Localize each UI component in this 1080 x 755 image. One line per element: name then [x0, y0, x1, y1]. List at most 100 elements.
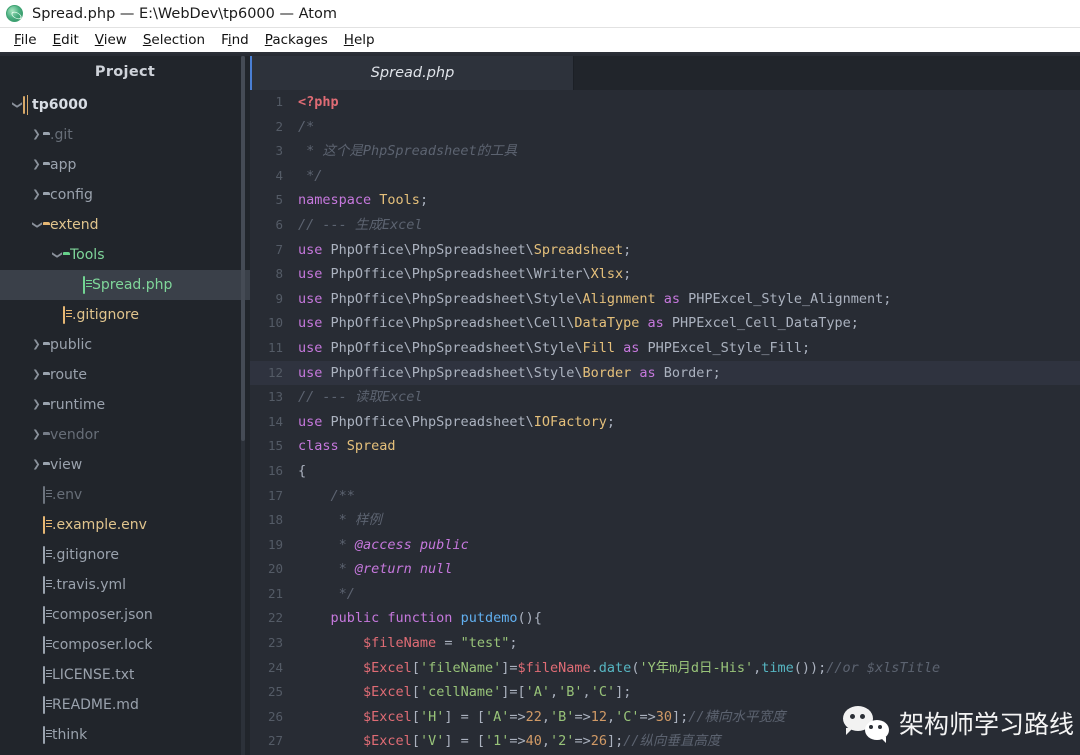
- tree-item-route[interactable]: ❯ route: [0, 360, 250, 390]
- tree-item-label: Tools: [70, 247, 105, 263]
- tree-item-label: runtime: [50, 397, 106, 413]
- menu-selection[interactable]: Selection: [135, 30, 213, 50]
- chevron-right-icon[interactable]: ❯: [30, 460, 43, 470]
- line-number: 20: [267, 561, 283, 577]
- chevron-right-icon[interactable]: ❯: [30, 130, 43, 140]
- code-line[interactable]: 27 $Excel['V'] = ['1'=>40,'2'=>26];//纵向垂…: [250, 729, 1080, 754]
- code-line-text: use PhpOffice\PhpSpreadsheet\Spreadsheet…: [298, 241, 632, 258]
- tree-item-env[interactable]: .env: [0, 480, 250, 510]
- code-line[interactable]: 22 public function putdemo(){: [250, 606, 1080, 631]
- chevron-right-icon[interactable]: ❯: [30, 370, 43, 380]
- file-icon: [83, 276, 85, 294]
- tree-item-readme-md[interactable]: README.md: [0, 690, 250, 720]
- code-line[interactable]: 16 {: [250, 459, 1080, 484]
- code-line-text: */: [298, 167, 323, 184]
- line-number: 15: [267, 438, 283, 454]
- code-line[interactable]: 7 use PhpOffice\PhpSpreadsheet\Spreadshee…: [250, 238, 1080, 263]
- chevron-down-icon[interactable]: ❯: [52, 249, 63, 262]
- code-line[interactable]: 24 $Excel['fileName']=$fileName.date('Y年…: [250, 656, 1080, 681]
- tree-item-think[interactable]: think: [0, 720, 250, 750]
- tree-item-spread-php[interactable]: Spread.php: [0, 270, 250, 300]
- line-number: 9: [275, 290, 283, 306]
- code-line[interactable]: 23 $fileName = "test";: [250, 631, 1080, 656]
- code-line[interactable]: 12 use PhpOffice\PhpSpreadsheet\Style\Bor…: [250, 360, 1080, 386]
- tree-item-runtime[interactable]: ❯ runtime: [0, 390, 250, 420]
- code-line[interactable]: 25 $Excel['cellName']=['A','B','C'];: [250, 680, 1080, 705]
- chevron-right-icon[interactable]: ❯: [30, 160, 43, 170]
- chevron-right-icon[interactable]: ❯: [30, 340, 43, 350]
- line-number: 27: [267, 733, 283, 749]
- code-line[interactable]: 1 <?php: [250, 90, 1080, 115]
- code-line[interactable]: 4 */: [250, 164, 1080, 189]
- menu-packages[interactable]: Packages: [257, 30, 336, 50]
- tree-item-config[interactable]: ❯ config: [0, 180, 250, 210]
- line-number: 14: [267, 413, 283, 429]
- menu-edit[interactable]: Edit: [45, 30, 87, 50]
- tree-item-composer-json[interactable]: composer.json: [0, 600, 250, 630]
- tree-item-git[interactable]: ❯ .git: [0, 120, 250, 150]
- code-line[interactable]: 21 */: [250, 582, 1080, 607]
- code-line[interactable]: 26 $Excel['H'] = ['A'=>22,'B'=>12,'C'=>3…: [250, 705, 1080, 730]
- tree-item-label: public: [50, 337, 93, 353]
- sidebar-scrollbar-thumb[interactable]: [241, 56, 245, 441]
- code-line[interactable]: 6 // --- 生成Excel: [250, 213, 1080, 238]
- tree-item-public[interactable]: ❯ public: [0, 330, 250, 360]
- file-icon: [43, 696, 45, 714]
- line-number: 7: [275, 241, 283, 257]
- tree-item-label: view: [50, 457, 83, 473]
- editor-pane: Spread.php 1 <?php 2 /* 3 * 这个是PhpSpreadshee…: [250, 56, 1080, 755]
- menu-view[interactable]: View: [87, 30, 135, 50]
- tree-item-license-txt[interactable]: LICENSE.txt: [0, 660, 250, 690]
- code-line-text: $Excel['V'] = ['1'=>40,'2'=>26];//纵向垂直高度: [363, 733, 721, 750]
- tree-item-label: .example.env: [52, 517, 147, 533]
- code-line[interactable]: 11 use PhpOffice\PhpSpreadsheet\Style\Fil…: [250, 336, 1080, 361]
- code-line[interactable]: 8 use PhpOffice\PhpSpreadsheet\Writer\Xls…: [250, 262, 1080, 287]
- chevron-right-icon[interactable]: ❯: [30, 400, 43, 410]
- tree-item-view[interactable]: ❯ view: [0, 450, 250, 480]
- tree-item-example-env[interactable]: .example.env: [0, 510, 250, 540]
- tree-item-tools[interactable]: ❯ Tools: [0, 240, 250, 270]
- tree-item-app[interactable]: ❯ app: [0, 150, 250, 180]
- tree-item-tp6000[interactable]: ❯ tp6000: [0, 90, 250, 120]
- tree-item-label: route: [50, 367, 87, 383]
- code-line-text: */: [298, 585, 355, 602]
- line-number: 23: [267, 635, 283, 651]
- tab-spread-php[interactable]: Spread.php: [252, 56, 574, 90]
- code-line[interactable]: 5 namespace Tools;: [250, 188, 1080, 213]
- code-line-text: use PhpOffice\PhpSpreadsheet\Style\Align…: [298, 290, 892, 307]
- code-line-text: * @return null: [298, 561, 453, 578]
- line-number: 5: [275, 192, 283, 208]
- code-line[interactable]: 3 * 这个是PhpSpreadsheet的工具: [250, 139, 1080, 164]
- code-line[interactable]: 2 /*: [250, 115, 1080, 140]
- code-line[interactable]: 18 * 样例: [250, 508, 1080, 533]
- menu-help[interactable]: Help: [336, 30, 383, 50]
- sidebar-scrollbar[interactable]: [241, 56, 245, 755]
- chevron-right-icon[interactable]: ❯: [30, 430, 43, 440]
- tree-item-gitignore[interactable]: .gitignore: [0, 540, 250, 570]
- tree-item-travis-yml[interactable]: .travis.yml: [0, 570, 250, 600]
- menu-file[interactable]: File: [6, 30, 45, 50]
- tree-item-extend[interactable]: ❯ extend: [0, 210, 250, 240]
- chevron-down-icon[interactable]: ❯: [12, 99, 23, 112]
- tree-item-gitignore[interactable]: .gitignore: [0, 300, 250, 330]
- code-line[interactable]: 13 // --- 读取Excel: [250, 385, 1080, 410]
- code-line[interactable]: 17 /**: [250, 484, 1080, 509]
- code-line[interactable]: 20 * @return null: [250, 557, 1080, 582]
- code-line-text: use PhpOffice\PhpSpreadsheet\IOFactory;: [298, 413, 616, 430]
- code-line[interactable]: 9 use PhpOffice\PhpSpreadsheet\Style\Alig…: [250, 287, 1080, 312]
- code-line[interactable]: 19 * @access public: [250, 533, 1080, 558]
- line-number: 13: [267, 389, 283, 405]
- window-title: Spread.php — E:\WebDev\tp6000 — Atom: [32, 5, 337, 22]
- code-line[interactable]: 14 use PhpOffice\PhpSpreadsheet\IOFactory…: [250, 410, 1080, 435]
- code-line[interactable]: 15 class Spread: [250, 434, 1080, 459]
- menu-find[interactable]: Find: [213, 30, 257, 50]
- code-line-text: $Excel['H'] = ['A'=>22,'B'=>12,'C'=>30];…: [363, 708, 786, 725]
- tree-item-composer-lock[interactable]: composer.lock: [0, 630, 250, 660]
- code-line[interactable]: 10 use PhpOffice\PhpSpreadsheet\Cell\Data…: [250, 311, 1080, 336]
- code-editor[interactable]: 1 <?php 2/* 3 * 这个是PhpSpreadsheet的工具 4 */5 na…: [250, 90, 1080, 755]
- file-icon: [43, 666, 45, 684]
- chevron-right-icon[interactable]: ❯: [30, 190, 43, 200]
- chevron-down-icon[interactable]: ❯: [32, 219, 43, 232]
- line-number: 17: [267, 487, 283, 503]
- tree-item-vendor[interactable]: ❯ vendor: [0, 420, 250, 450]
